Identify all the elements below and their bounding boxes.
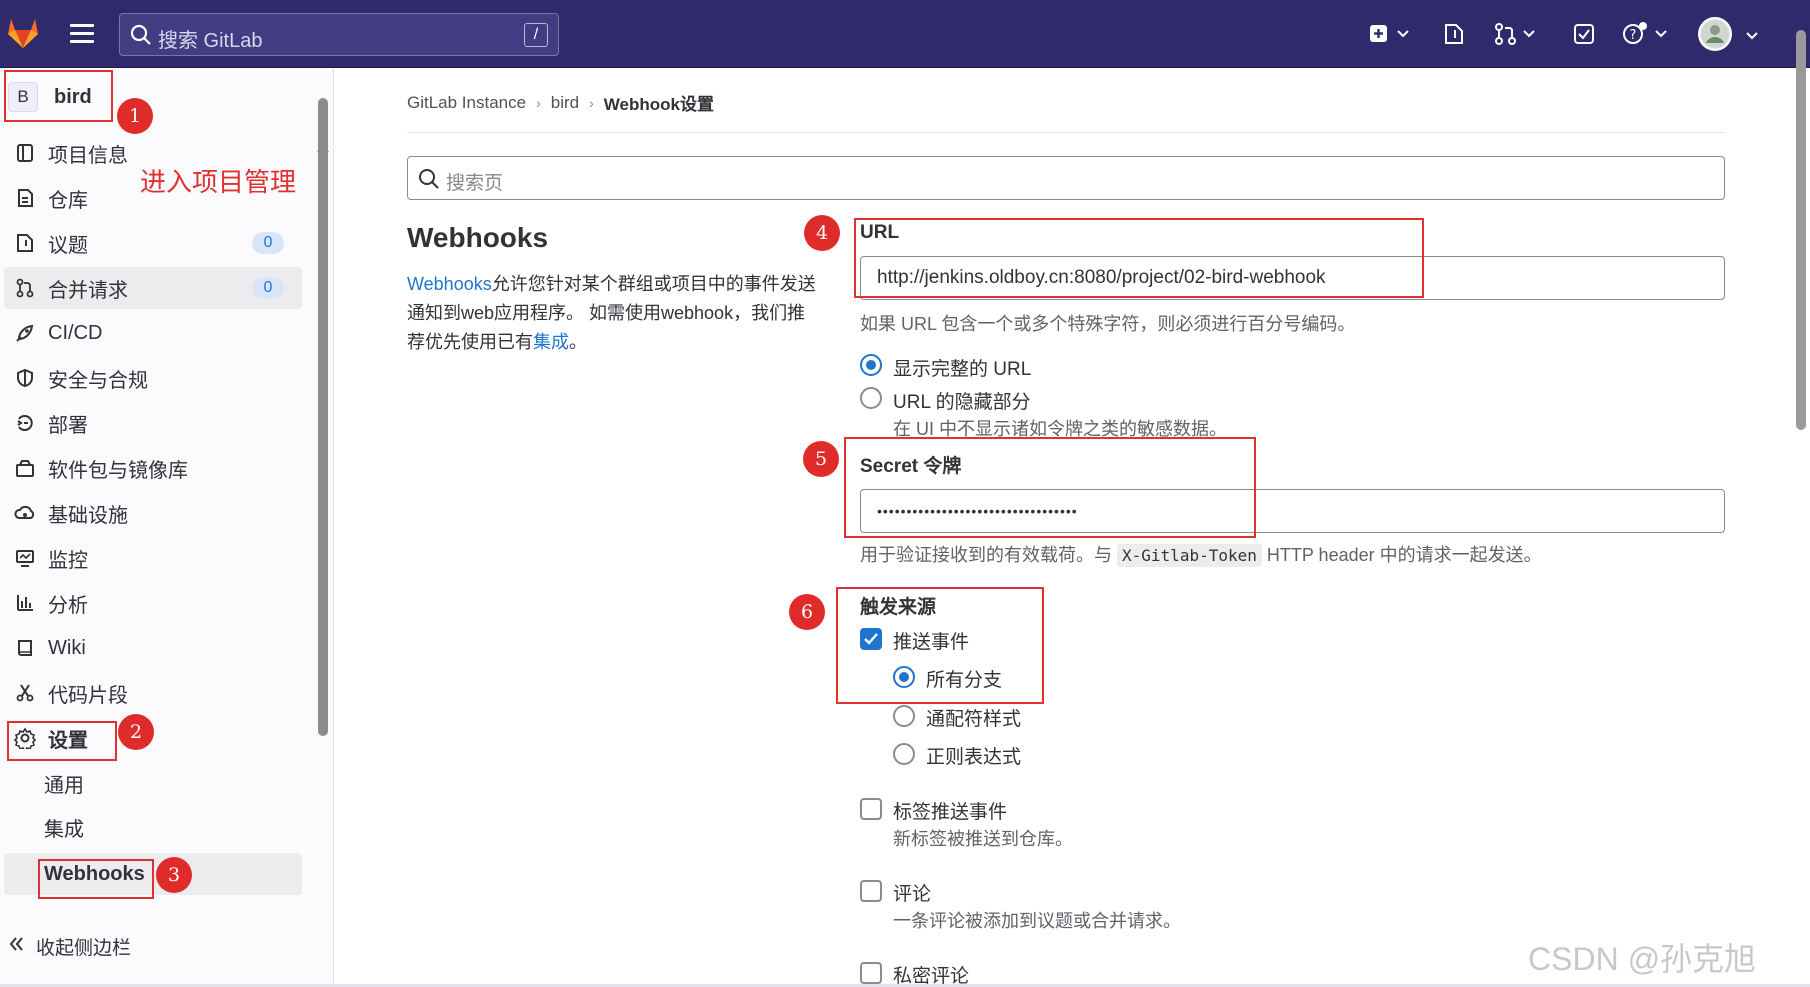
issues-icon: [8, 233, 42, 253]
merge-requests-count-badge: 0: [252, 277, 284, 299]
chevron-double-left-icon: [8, 935, 26, 959]
sidebar-item-merge-requests[interactable]: 合并请求 0: [4, 267, 302, 309]
sidebar: B bird 项目信息 仓库 议题 0 合并请求 0 CI/CD 安全与合规 部…: [0, 68, 334, 987]
annotation-number: 3: [156, 857, 192, 893]
top-navbar: 搜索 GitLab / ?: [0, 0, 1810, 68]
mask-url-radio[interactable]: [860, 387, 882, 409]
user-avatar[interactable]: [1698, 17, 1732, 51]
merge-requests-dropdown[interactable]: [1494, 20, 1538, 48]
cloud-icon: [8, 503, 42, 523]
breadcrumb: GitLab Instance › bird › Webhook设置: [407, 90, 714, 115]
breadcrumb-separator: ›: [536, 94, 541, 111]
gitlab-logo-icon[interactable]: [4, 14, 42, 52]
tag-push-label: 标签推送事件: [893, 802, 1008, 823]
chevron-down-icon[interactable]: [1744, 22, 1760, 50]
search-shortcut-key: /: [524, 23, 548, 47]
webhooks-doc-link[interactable]: Webhooks: [407, 274, 492, 294]
confidential-comments-checkbox[interactable]: [860, 962, 882, 984]
annotation-text: 进入项目管理: [140, 167, 297, 197]
snippet-icon: [8, 683, 42, 703]
annotation-box-secret: [844, 437, 1256, 538]
sidebar-item-monitor[interactable]: 监控: [4, 537, 302, 579]
repository-icon: [8, 188, 42, 208]
divider: [407, 132, 1725, 133]
create-new-dropdown[interactable]: [1368, 20, 1412, 48]
integrations-link[interactable]: 集成: [533, 332, 569, 352]
merge-request-icon: [8, 278, 42, 298]
annotation-box-webhooks: [38, 859, 154, 899]
breadcrumb-separator: ›: [589, 94, 594, 111]
breadcrumb-project[interactable]: bird: [551, 93, 579, 113]
page-search-input[interactable]: 搜索页: [407, 156, 1725, 200]
settings-sub-integrations[interactable]: 集成: [4, 806, 302, 848]
issues-count-badge: 0: [252, 232, 284, 254]
wildcard-label: 通配符样式: [926, 709, 1022, 730]
search-icon: [130, 24, 152, 51]
collapse-sidebar-button[interactable]: 收起侧边栏: [8, 933, 131, 960]
chart-icon: [8, 593, 42, 613]
sidebar-item-deploy[interactable]: 部署: [4, 402, 302, 444]
sidebar-item-snippets[interactable]: 代码片段: [4, 672, 302, 714]
annotation-box-url: [854, 218, 1424, 298]
mask-url-label: URL 的隐藏部分: [893, 392, 1031, 413]
sidebar-item-analytics[interactable]: 分析: [4, 582, 302, 624]
rocket-icon: [8, 323, 42, 343]
annotation-box-settings: [7, 721, 117, 761]
sidebar-item-security[interactable]: 安全与合规: [4, 357, 302, 399]
svg-text:?: ?: [1630, 28, 1637, 43]
menu-icon[interactable]: [70, 24, 94, 44]
todo-icon[interactable]: [1572, 20, 1596, 48]
shield-icon: [8, 368, 42, 388]
webhooks-description: Webhooks允许您针对某个群组或项目中的事件发送通知到web应用程序。 如需…: [407, 274, 816, 352]
search-placeholder: 搜索 GitLab: [158, 30, 263, 52]
search-icon: [418, 168, 440, 195]
watermark: CSDN @孙克旭: [1528, 941, 1757, 977]
annotation-number: 6: [789, 594, 825, 630]
secret-token-help: 用于验证接收到的有效载荷。与 X-Gitlab-Token HTTP heade…: [860, 544, 1542, 567]
annotation-number: 2: [118, 714, 154, 750]
wildcard-radio[interactable]: [893, 705, 915, 727]
annotation-box-trigger: [836, 587, 1044, 704]
sidebar-scrollbar[interactable]: [318, 98, 328, 736]
book-icon: [8, 638, 42, 658]
page-title: Webhooks: [407, 222, 549, 253]
annotation-number: 5: [803, 441, 839, 477]
sidebar-item-infrastructure[interactable]: 基础设施: [4, 492, 302, 534]
breadcrumb-current[interactable]: Webhook设置: [604, 90, 714, 115]
project-info-icon: [8, 143, 42, 163]
tag-push-help: 新标签被推送到仓库。: [893, 829, 1073, 849]
comments-help: 一条评论被添加到议题或合并请求。: [893, 911, 1181, 931]
show-full-url-radio[interactable]: [860, 354, 882, 376]
annotation-number: 1: [117, 98, 153, 134]
comments-label: 评论: [893, 884, 932, 905]
page-scrollbar[interactable]: [1796, 30, 1806, 430]
deploy-icon: [8, 413, 42, 433]
global-search-input[interactable]: 搜索 GitLab /: [119, 13, 559, 56]
url-help-text: 如果 URL 包含一个或多个特殊字符，则必须进行百分号编码。: [860, 314, 1356, 334]
breadcrumb-instance[interactable]: GitLab Instance: [407, 93, 526, 113]
issues-nav-icon[interactable]: [1442, 20, 1466, 48]
comments-checkbox[interactable]: [860, 880, 882, 902]
header-code: X-Gitlab-Token: [1117, 544, 1262, 567]
regex-radio[interactable]: [893, 743, 915, 765]
settings-sub-general[interactable]: 通用: [4, 762, 302, 804]
annotation-number: 4: [804, 215, 840, 251]
regex-label: 正则表达式: [926, 747, 1022, 768]
sidebar-item-wiki[interactable]: Wiki: [4, 627, 302, 669]
sidebar-item-issues[interactable]: 议题 0: [4, 222, 302, 264]
help-dropdown[interactable]: ?: [1622, 20, 1670, 48]
package-icon: [8, 458, 42, 478]
tag-push-checkbox[interactable]: [860, 798, 882, 820]
monitor-icon: [8, 548, 42, 568]
sidebar-item-packages[interactable]: 软件包与镜像库: [4, 447, 302, 489]
show-full-url-label: 显示完整的 URL: [893, 359, 1032, 380]
sidebar-item-cicd[interactable]: CI/CD: [4, 312, 302, 354]
annotation-box-project: [4, 70, 113, 122]
